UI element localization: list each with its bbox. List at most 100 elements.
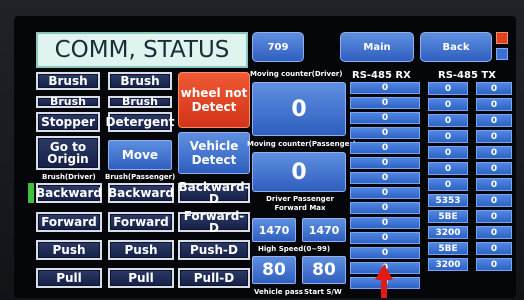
forward-max-caption: Driver Passenger Forward Max xyxy=(266,195,334,212)
rs485-rx-cell: 0 xyxy=(350,127,420,139)
pull-passenger-button[interactable]: Pull xyxy=(108,268,174,288)
rs485-tx2-cell: 0 xyxy=(476,82,512,95)
rs485-tx2-cell: 0 xyxy=(476,146,512,159)
stopper-button[interactable]: Stopper xyxy=(36,112,100,132)
rs485-rx-cell: 0 xyxy=(350,172,420,184)
rs485-tx-header: RS-485 TX xyxy=(438,70,496,81)
brush-driver-label: Brush xyxy=(48,74,88,88)
brush-driver-button[interactable]: Brush xyxy=(36,72,100,90)
rs485-tx2-cell: 0 xyxy=(476,210,512,223)
wheel-not-detect-label: wheel not Detect xyxy=(180,86,248,114)
rs485-rx-header: RS-485 RX xyxy=(352,70,411,81)
rs485-tx2-cell: 0 xyxy=(476,130,512,143)
forward-passenger-label: Forward xyxy=(113,215,169,229)
rs485-tx1-cell: 0 xyxy=(428,146,468,159)
high-speed-passenger-value: 80 xyxy=(312,260,336,280)
high-speed-passenger-field[interactable]: 80 xyxy=(302,256,346,284)
rs485-tx2-cell: 0 xyxy=(476,98,512,111)
backward-passenger-button[interactable]: Backward xyxy=(108,183,174,203)
move-button[interactable]: Move xyxy=(108,140,172,170)
forward-max-passenger-value: 1470 xyxy=(308,223,340,237)
moving-counter-passenger-caption: Moving counter(Passenger) xyxy=(247,140,356,148)
forward-driver-button[interactable]: Forward xyxy=(36,212,102,232)
backward-d-button[interactable]: Backward-D xyxy=(178,180,250,206)
rs485-tx2-cell: 0 xyxy=(476,194,512,207)
pull-d-button[interactable]: Pull-D xyxy=(178,268,250,288)
pull-passenger-label: Pull xyxy=(128,271,154,285)
pull-driver-button[interactable]: Pull xyxy=(36,268,102,288)
rs485-tx1-cell: 0 xyxy=(428,178,468,191)
rs485-rx-cell: 0 xyxy=(350,112,420,124)
forward-max-driver-value: 1470 xyxy=(258,223,290,237)
rs485-tx2-cell: 0 xyxy=(476,114,512,127)
rs485-tx1-cell: 5BE xyxy=(428,210,468,223)
rs485-tx1-cell: 5BE xyxy=(428,242,468,255)
rs485-tx1-cell: 0 xyxy=(428,82,468,95)
forward-d-button[interactable]: Forward-D xyxy=(178,209,250,235)
rs485-tx1-cell: 3200 xyxy=(428,226,468,239)
moving-counter-passenger-display: 0 xyxy=(252,152,346,192)
rs485-rx-cell: 0 xyxy=(350,97,420,109)
push-d-button[interactable]: Push-D xyxy=(178,240,250,260)
rs485-tx2-cell: 0 xyxy=(476,242,512,255)
push-passenger-button[interactable]: Push xyxy=(108,240,174,260)
backward-d-label: Backward-D xyxy=(178,180,250,206)
go-to-origin-button[interactable]: Go to Origin xyxy=(36,136,100,170)
rs485-rx-cell: 0 xyxy=(350,142,420,154)
forward-max-passenger-field[interactable]: 1470 xyxy=(302,218,346,242)
high-speed-driver-field[interactable]: 80 xyxy=(252,256,296,284)
brush-driver-button-2[interactable]: Brush xyxy=(36,96,100,108)
moving-counter-passenger-value: 0 xyxy=(291,159,307,185)
rs485-tx1-cell: 3200 xyxy=(428,258,468,271)
rs485-tx2-cell: 0 xyxy=(476,258,512,271)
move-label: Move xyxy=(121,148,159,162)
rs485-rx-cell: 0 xyxy=(350,202,420,214)
vehicle-pass-caption: Vehicle pass xyxy=(254,288,303,296)
counter-display-button[interactable]: 709 xyxy=(252,32,304,62)
rs485-rx-cell: 0 xyxy=(350,232,420,244)
go-to-origin-label: Go to Origin xyxy=(47,140,89,166)
pull-driver-label: Pull xyxy=(56,271,82,285)
status-indicator xyxy=(496,48,508,60)
vehicle-detect-indicator: Vehicle Detect xyxy=(178,132,250,174)
hmi-screen: COMM, STATUS 709 Main Back Brush Brush B… xyxy=(14,16,516,298)
stopper-label: Stopper xyxy=(41,115,95,129)
active-indicator-icon xyxy=(28,183,34,203)
rs485-tx2-cell: 0 xyxy=(476,162,512,175)
rs485-rx-cell: 0 xyxy=(350,217,420,229)
push-d-label: Push-D xyxy=(190,243,238,257)
brush-passenger-label: Brush xyxy=(120,74,160,88)
moving-counter-driver-caption: Moving counter(Driver) xyxy=(250,70,343,78)
rs485-tx2-cell: 0 xyxy=(476,178,512,191)
rs485-tx1-cell: 5353 xyxy=(428,194,468,207)
moving-counter-driver-value: 0 xyxy=(291,96,307,122)
forward-driver-label: Forward xyxy=(41,215,97,229)
main-button[interactable]: Main xyxy=(340,32,414,62)
rs485-rx-cell: 0 xyxy=(350,247,420,259)
rs485-rx-cell: 0 xyxy=(350,157,420,169)
wheel-not-detect-indicator: wheel not Detect xyxy=(178,72,250,128)
back-button[interactable]: Back xyxy=(420,32,492,62)
backward-driver-button[interactable]: Backward xyxy=(36,183,102,203)
moving-counter-driver-display: 0 xyxy=(252,82,346,136)
forward-d-label: Forward-D xyxy=(183,209,245,235)
page-title: COMM, STATUS xyxy=(36,32,248,68)
forward-max-driver-field[interactable]: 1470 xyxy=(252,218,296,242)
push-driver-button[interactable]: Push xyxy=(36,240,102,260)
brush-passenger-button-2[interactable]: Brush xyxy=(108,96,172,108)
vehicle-detect-label: Vehicle Detect xyxy=(189,139,239,167)
rs485-rx-cell: 0 xyxy=(350,187,420,199)
start-sw-caption: Start S/W xyxy=(304,288,342,296)
rs485-tx1-cell: 0 xyxy=(428,162,468,175)
rs485-tx1-cell: 0 xyxy=(428,98,468,111)
backward-passenger-label: Backward xyxy=(107,186,175,200)
brush-passenger-button[interactable]: Brush xyxy=(108,72,172,90)
detergent-button[interactable]: Detergent xyxy=(105,112,175,132)
page-title-text: COMM, STATUS xyxy=(54,37,230,63)
rs485-tx1-cell: 0 xyxy=(428,130,468,143)
counter-display-value: 709 xyxy=(267,41,289,53)
detergent-label: Detergent xyxy=(105,115,175,129)
high-speed-driver-value: 80 xyxy=(262,260,286,280)
pull-d-label: Pull-D xyxy=(193,271,235,285)
forward-passenger-button[interactable]: Forward xyxy=(108,212,174,232)
